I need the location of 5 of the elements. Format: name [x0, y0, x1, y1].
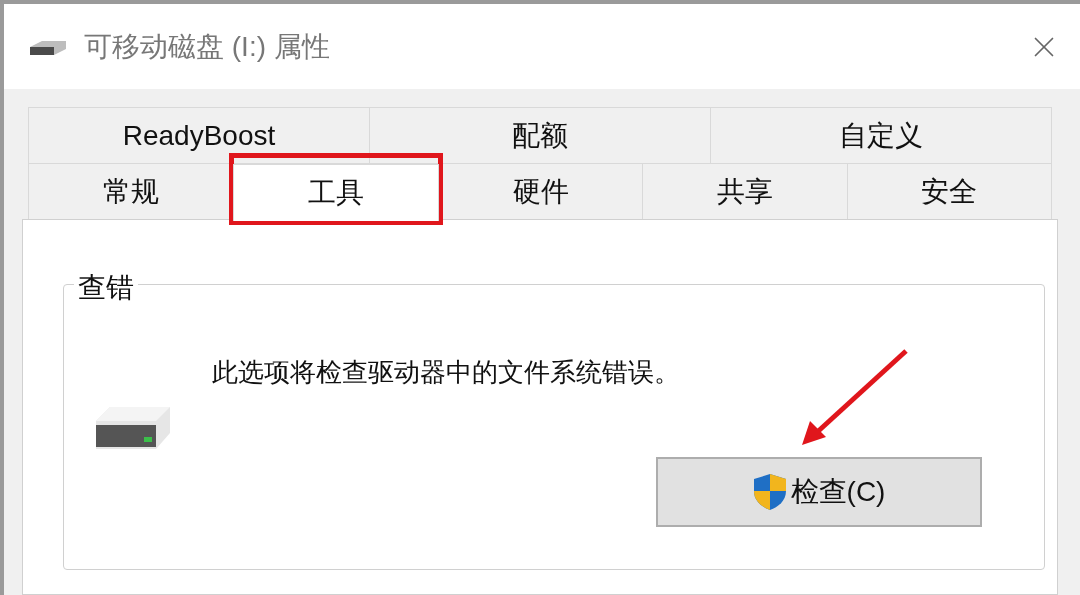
window-title: 可移动磁盘 (I:) 属性	[84, 29, 330, 64]
check-button[interactable]: 检查(C)	[656, 457, 982, 527]
tab[interactable]: 工具	[233, 164, 439, 221]
shield-icon	[752, 473, 787, 511]
description: 此选项将检查驱动器中的文件系统错误。	[212, 356, 680, 389]
